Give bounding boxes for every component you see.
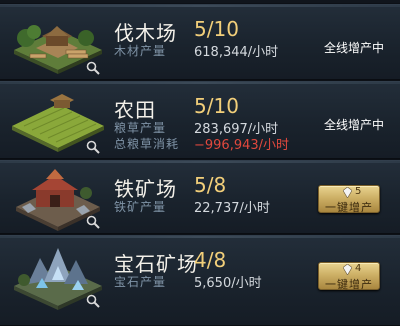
building-level: 5/10 [194,17,239,41]
boost-cost: 4 [355,263,362,274]
stat-label: 木材产量 [114,44,167,58]
building-level: 4/8 [194,248,227,272]
stat-value: 618,344/小时 [194,45,279,60]
boost-cost: 5 [355,186,362,197]
boost-button-label: 一键增产 [325,201,373,214]
building-level: 5/10 [194,94,239,118]
building-row-gem-mine[interactable]: 宝石矿场 4/8 宝石产量 5,650/小时 4 一键增产 [0,235,400,326]
boost-status: 全线增产中 [323,118,384,132]
boost-button[interactable]: 5 一键增产 [318,185,380,214]
magnifier-icon[interactable] [86,61,100,75]
magnifier-icon[interactable] [86,294,100,308]
boost-status: 全线增产中 [323,41,384,55]
gem-cost-icon [343,187,352,198]
stat-label: 铁矿产量 [114,200,167,214]
stat-value: 22,737/小时 [194,201,270,216]
building-row-lumber-mill[interactable]: 伐木场 5/10 木材产量 618,344/小时 全线增产中 [0,4,400,80]
stat-label: 宝石产量 [114,275,167,289]
boost-button-label: 一键增产 [325,278,373,291]
stat-value-negative: −996,943/小时 [194,138,290,153]
magnifier-icon[interactable] [86,140,100,154]
stat-value: 5,650/小时 [194,276,262,291]
magnifier-icon[interactable] [86,215,100,229]
building-level: 5/8 [194,173,227,197]
building-row-iron-mine[interactable]: 铁矿场 5/8 铁矿产量 22,737/小时 5 一键增产 [0,160,400,234]
stat-label: 总粮草消耗 [114,137,180,151]
boost-button[interactable]: 4 一键增产 [318,262,380,291]
building-row-farm[interactable]: 农田 5/10 粮草产量 283,697/小时 总粮草消耗 −996,943/小… [0,81,400,159]
top-edge [0,0,400,3]
gem-cost-icon [343,264,352,275]
stat-label: 粮草产量 [114,121,167,135]
